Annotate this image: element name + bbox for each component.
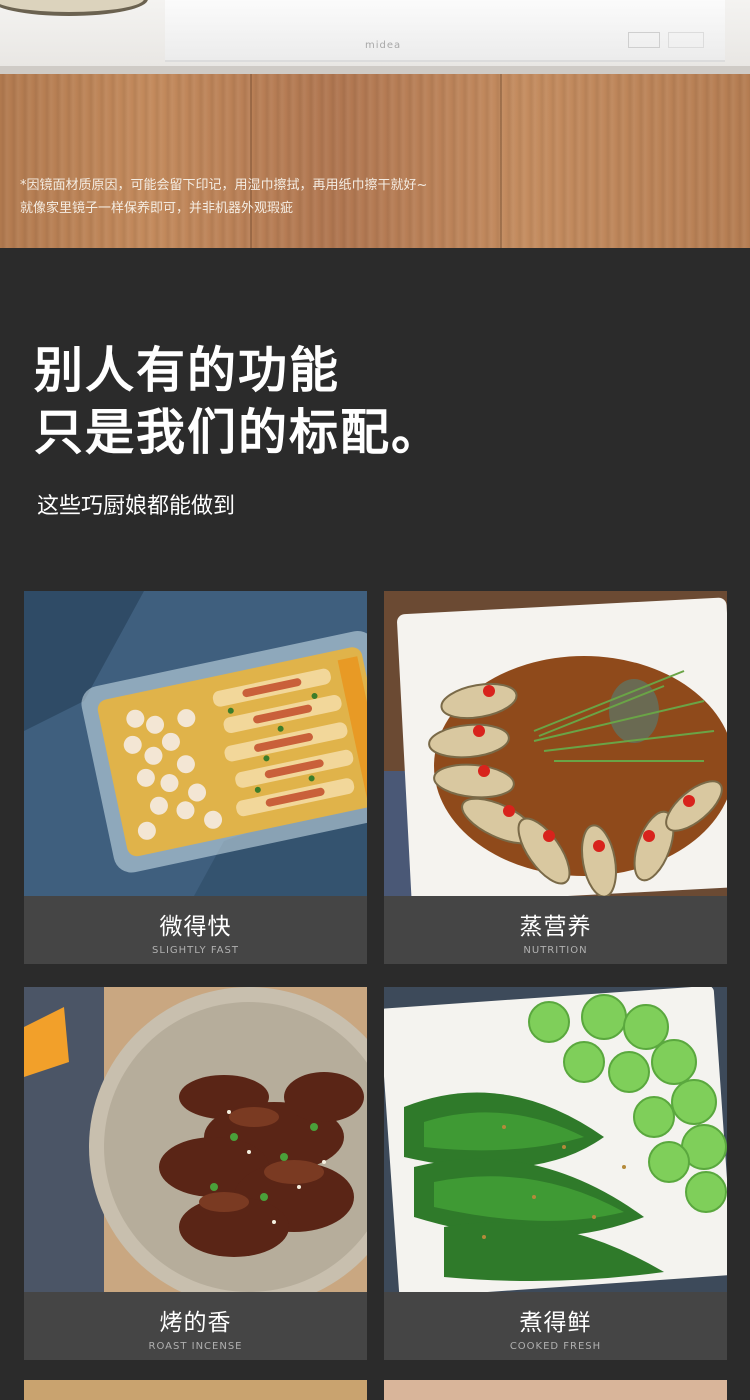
roasted-beef-dish-icon <box>24 987 367 1292</box>
control-panel-icon <box>668 32 704 48</box>
feature-card-nutrition: 蒸营养 NUTRITION <box>384 591 727 964</box>
care-note-line: *因镜面材质原因，可能会留下印记，用湿巾擦拭，再用纸巾擦干就好~ <box>20 178 428 193</box>
wood-cabinet <box>0 74 750 248</box>
feature-card-fast: 微得快 SLIGHTLY FAST <box>24 591 367 964</box>
feature-subtitle: SLIGHTLY FAST <box>152 945 239 956</box>
care-note-line: 就像家里镜子一样保养即可，并非机器外观瑕疵 <box>20 201 294 216</box>
feature-title: 微得快 <box>159 914 232 940</box>
feature-caption: 蒸营养 NUTRITION <box>384 896 727 964</box>
feature-subtitle: ROAST INCENSE <box>148 1341 243 1352</box>
feature-title: 煮得鲜 <box>519 1310 592 1336</box>
care-note: *因镜面材质原因，可能会留下印记，用湿巾擦拭，再用纸巾擦干就好~ 就像家里镜子一… <box>20 174 427 220</box>
feature-subtitle: COOKED FRESH <box>509 1341 602 1352</box>
headline: 别人有的功能 只是我们的标配。 <box>34 340 442 464</box>
feature-title: 烤的香 <box>159 1310 232 1336</box>
product-photo: midea *因镜面材质原因，可能会留下印记，用湿巾擦拭，再用纸巾擦干就好~ 就… <box>0 0 750 248</box>
feature-title: 蒸营养 <box>519 914 592 940</box>
brand-mark: midea <box>365 40 402 51</box>
feature-subtitle: NUTRITION <box>523 945 588 956</box>
headline-line: 只是我们的标配。 <box>34 404 443 461</box>
steamed-fish-dish-icon <box>384 591 727 896</box>
next-card-photo-partial <box>384 1380 727 1400</box>
counter-ledge <box>0 66 750 74</box>
cabinet-seam <box>250 74 252 248</box>
next-card-photo-partial <box>24 1380 367 1400</box>
feature-card-fresh: 煮得鲜 COOKED FRESH <box>384 987 727 1360</box>
feature-card-roast: 烤的香 ROAST INCENSE <box>24 987 367 1360</box>
boiled-greens-dish-icon <box>384 987 727 1292</box>
subheadline: 这些巧厨娘都能做到 <box>37 494 236 519</box>
appliance-base <box>165 0 725 62</box>
steamed-shrimp-tofu-dish-icon <box>24 591 367 896</box>
feature-caption: 烤的香 ROAST INCENSE <box>24 1292 367 1360</box>
control-panel-icon <box>628 32 660 48</box>
cabinet-seam <box>500 74 502 248</box>
feature-caption: 微得快 SLIGHTLY FAST <box>24 896 367 964</box>
headline-line: 别人有的功能 <box>34 342 341 399</box>
feature-caption: 煮得鲜 COOKED FRESH <box>384 1292 727 1360</box>
